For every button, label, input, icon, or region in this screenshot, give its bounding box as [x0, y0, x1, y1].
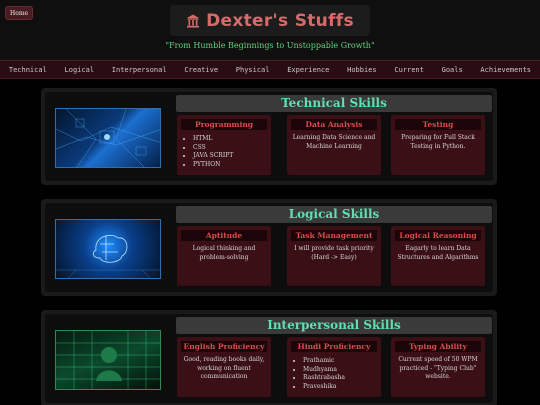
skill-card-title: Data Analysis	[291, 119, 377, 130]
skill-card-text: Logical thinking and problem-solving	[192, 245, 256, 261]
brand-banner: Dexter's Stuffs	[170, 5, 370, 36]
skill-list: Prathamic Mudhyama Rashtrabasha Praveshi…	[303, 357, 345, 391]
nav-item-goals[interactable]: Goals	[442, 66, 463, 74]
nav-item-interpersonal[interactable]: Interpersonal	[112, 66, 167, 74]
skill-card-title: Programming	[181, 119, 267, 130]
section-panel: Technical Skills Programming HTML CSS JA…	[45, 92, 493, 181]
skill-card-title: Aptitude	[181, 230, 267, 241]
skill-card-hindi-proficiency: Hindi Proficiency Prathamic Mudhyama Ras…	[287, 337, 381, 397]
list-item: CSS	[193, 144, 233, 153]
nav-item-creative[interactable]: Creative	[184, 66, 218, 74]
skill-list: HTML CSS JAVA SCRIPT PYTHON	[193, 135, 233, 169]
skill-card-programming: Programming HTML CSS JAVA SCRIPT PYTHON	[177, 115, 271, 175]
skill-card-typing-ability: Typing Ability Current speed of 50 WPM p…	[391, 337, 485, 397]
tagline: "From Humble Beginnings to Unstoppable G…	[165, 41, 375, 50]
nav-item-logical[interactable]: Logical	[65, 66, 95, 74]
logical-image	[55, 219, 161, 279]
nav-item-technical[interactable]: Technical	[9, 66, 47, 74]
skill-card-title: Hindi Proficiency	[291, 341, 377, 352]
skill-card-text: I will provide task priority (Hard -> Ea…	[294, 245, 374, 261]
interpersonal-image	[55, 330, 161, 390]
skill-card-title: Task Management	[291, 230, 377, 241]
section-title: Logical Skills	[176, 206, 492, 223]
skill-card-text: Current speed of 50 WPM practiced - "Typ…	[398, 356, 478, 380]
skill-card-text: Learning Data Science and Machine Learni…	[292, 134, 376, 150]
skill-card-text: Eagarly to learn Data Structures and Alg…	[397, 245, 479, 261]
nav-item-physical[interactable]: Physical	[236, 66, 270, 74]
section-panel: Interpersonal Skills English Proficiency…	[45, 314, 493, 403]
section-title: Interpersonal Skills	[176, 317, 492, 334]
skill-card-task-management: Task Management I will provide task prio…	[287, 226, 381, 286]
list-item: Prathamic	[303, 357, 345, 366]
section-title: Technical Skills	[176, 95, 492, 112]
section-logical: Logical Skills Aptitude Logical thinking…	[41, 199, 497, 296]
skill-card-title: English Proficiency	[181, 341, 267, 352]
section-interpersonal: Interpersonal Skills English Proficiency…	[41, 310, 497, 405]
nav-item-current[interactable]: Current	[394, 66, 424, 74]
home-button[interactable]: Home	[5, 6, 34, 20]
nav-item-hobbies[interactable]: Hobbies	[347, 66, 377, 74]
skill-card-title: Testing	[395, 119, 481, 130]
skill-card-data-analysis: Data Analysis Learning Data Science and …	[287, 115, 381, 175]
skill-card-title: Typing Ability	[395, 341, 481, 352]
site-title: Dexter's Stuffs	[206, 10, 354, 31]
skill-card-logical-reasoning: Logical Reasoning Eagarly to learn Data …	[391, 226, 485, 286]
technical-image	[55, 108, 161, 168]
list-item: HTML	[193, 135, 233, 144]
list-item: Mudhyama	[303, 366, 345, 375]
temple-icon	[187, 14, 200, 27]
nav-item-experience[interactable]: Experience	[287, 66, 329, 74]
site-header: Home Dexter's Stuffs "From Humble Beginn…	[0, 0, 540, 60]
skill-card-text: Good, reading books daily, working on fl…	[183, 356, 265, 380]
skill-card-testing: Testing Preparing for Full Stack Testing…	[391, 115, 485, 175]
skills-nav: Technical Logical Interpersonal Creative…	[0, 60, 540, 79]
list-item: PYTHON	[193, 161, 233, 170]
skill-card-title: Logical Reasoning	[395, 230, 481, 241]
skill-card-english-proficiency: English Proficiency Good, reading books …	[177, 337, 271, 397]
list-item: Rashtrabasha	[303, 374, 345, 383]
skill-card-text: Preparing for Full Stack Testing in Pyth…	[401, 134, 475, 150]
list-item: JAVA SCRIPT	[193, 152, 233, 161]
skill-card-aptitude: Aptitude Logical thinking and problem-so…	[177, 226, 271, 286]
section-technical: Technical Skills Programming HTML CSS JA…	[41, 88, 497, 185]
list-item: Praveshika	[303, 383, 345, 392]
section-panel: Logical Skills Aptitude Logical thinking…	[45, 203, 493, 292]
nav-item-achievements[interactable]: Achievements	[480, 66, 531, 74]
